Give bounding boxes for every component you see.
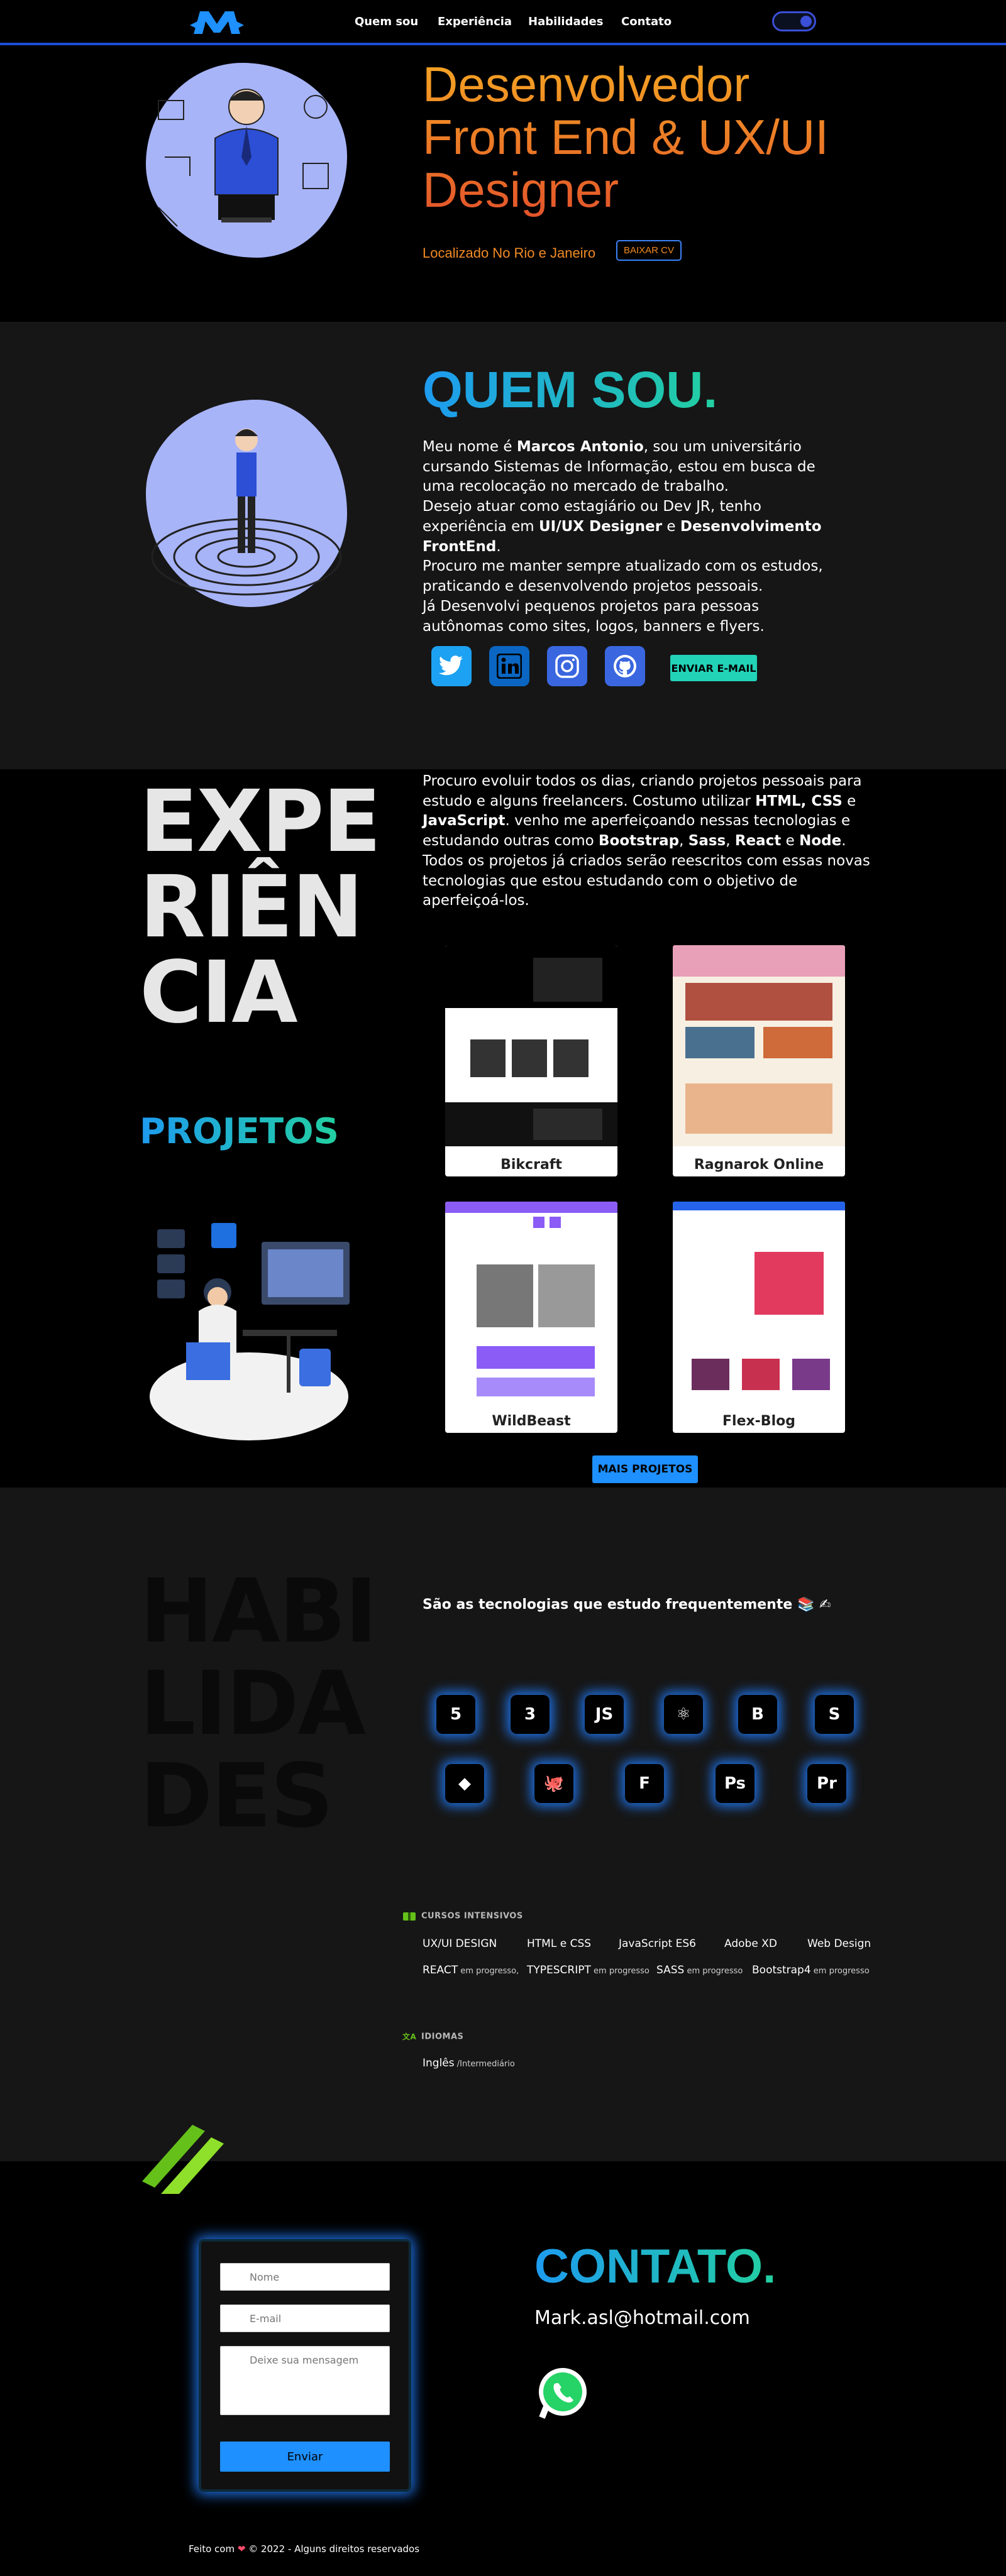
location-text: Localizado No Rio e Janeiro	[423, 245, 596, 261]
about-illustration	[146, 400, 347, 607]
project-card-bikcraft[interactable]: Bikcraft	[445, 945, 617, 1176]
theme-toggle[interactable]	[772, 11, 816, 31]
svg-text:文A: 文A	[402, 2032, 416, 2041]
wildbeast-screenshot	[445, 1202, 617, 1403]
course-progress-item: REACT em progresso,	[423, 1964, 519, 1976]
book-icon	[403, 1912, 416, 1921]
course-item: HTML e CSS	[527, 1937, 592, 1950]
languages-heading: 文A IDIOMAS	[402, 2032, 464, 2042]
contact-email[interactable]: Mark.asl@hotmail.com	[534, 2307, 750, 2329]
course-progress-item: Bootstrap4 em progresso	[752, 1964, 870, 1976]
contact-form: Enviar	[199, 2239, 411, 2492]
html5-icon[interactable]: 5	[436, 1695, 475, 1734]
footer-text: Feito com ❤ © 2022 - Alguns direitos res…	[189, 2543, 420, 2555]
download-cv-button[interactable]: BAIXAR CV	[616, 240, 682, 261]
instagram-icon[interactable]	[547, 646, 587, 686]
css3-icon[interactable]: 3	[511, 1695, 550, 1734]
project-title: Ragnarok Online	[694, 1157, 824, 1173]
git-icon[interactable]: ◆	[445, 1764, 484, 1803]
projects-title: PROJETOS	[140, 1111, 339, 1152]
bikcraft-screenshot	[445, 945, 617, 1146]
project-card-flex-blog[interactable]: Flex-Blog	[673, 1202, 845, 1433]
hero-illustration	[146, 63, 347, 258]
heart-icon: ❤	[237, 2543, 246, 2555]
courses-heading: CURSOS INTENSIVOS	[402, 1911, 523, 1921]
hero-title: Desenvolvedor Front End & UX/UI Designer	[423, 58, 863, 217]
language-item: Inglês /Intermediário	[423, 2057, 515, 2069]
contact-section: Enviar CONTATO. Mark.asl@hotmail.com Fei…	[0, 2125, 1006, 2576]
nav-link-quem-sou[interactable]: Quem sou	[355, 15, 418, 28]
linkedin-icon[interactable]	[489, 646, 529, 686]
project-title: WildBeast	[492, 1413, 571, 1429]
figma-icon[interactable]: F	[625, 1764, 664, 1803]
translate-icon: 文A	[402, 2032, 416, 2041]
bio-name: Marcos Antonio	[516, 439, 644, 455]
bootstrap-icon[interactable]: B	[738, 1695, 777, 1734]
hero-section: Desenvolvedor Front End & UX/UI Designer…	[0, 48, 1006, 322]
github-icon[interactable]: 🐙	[534, 1764, 573, 1803]
course-item: Web Design	[807, 1937, 871, 1950]
whatsapp-icon[interactable]	[534, 2365, 591, 2421]
bio-paragraph-4: Já Desenvolvi pequenos projetos para pes…	[423, 598, 765, 635]
about-section: QUEM SOU. Meu nome é Marcos Antonio, sou…	[0, 322, 1006, 769]
github-icon[interactable]	[605, 646, 645, 686]
send-button[interactable]: Enviar	[220, 2442, 390, 2472]
project-title: Flex-Blog	[722, 1413, 795, 1429]
logo-m-icon[interactable]	[189, 6, 245, 38]
message-textarea[interactable]	[220, 2346, 390, 2415]
navbar: Quem sou Experiência Habilidades Contato	[0, 0, 1006, 45]
project-card-wildbeast[interactable]: WildBeast	[445, 1202, 617, 1433]
flex-blog-screenshot	[673, 1202, 845, 1403]
javascript-icon[interactable]: JS	[585, 1695, 624, 1734]
course-item: UX/UI DESIGN	[423, 1937, 497, 1950]
premiere-icon[interactable]: Pr	[807, 1764, 846, 1803]
email-input[interactable]	[220, 2305, 390, 2332]
toggle-knob	[800, 16, 812, 27]
developer-illustration	[150, 1223, 350, 1440]
course-item: JavaScript ES6	[619, 1937, 696, 1950]
project-title: Bikcraft	[500, 1157, 562, 1173]
course-item: Adobe XD	[724, 1937, 777, 1950]
skills-lead: São as tecnologias que estudo frequentem…	[423, 1597, 831, 1613]
experience-section: EXPE RIÊN CIA Procuro evoluir todos os dia…	[0, 769, 1006, 1488]
twitter-icon[interactable]	[431, 646, 472, 686]
bio-paragraph-1: Meu nome é Marcos Antonio, sou um univer…	[423, 439, 815, 495]
sass-icon[interactable]: S	[815, 1695, 854, 1734]
project-card-ragnarok[interactable]: Ragnarok Online	[673, 945, 845, 1176]
course-progress-item: TYPESCRIPT em progresso	[527, 1964, 649, 1976]
nav-link-habilidades[interactable]: Habilidades	[528, 15, 603, 28]
ragnarok-screenshot	[673, 945, 845, 1146]
bio-paragraph-3: Procuro me manter sempre atualizado com …	[423, 558, 823, 595]
photoshop-icon[interactable]: Ps	[716, 1764, 754, 1803]
course-progress-item: SASS em progresso	[656, 1964, 743, 1976]
about-title: QUEM SOU.	[423, 361, 718, 419]
nav-link-contato[interactable]: Contato	[621, 15, 672, 28]
name-input[interactable]	[220, 2263, 390, 2291]
react-icon[interactable]: ⚛	[664, 1695, 703, 1734]
about-bio: Meu nome é Marcos Antonio, sou um univer…	[423, 437, 837, 637]
send-email-button[interactable]: ENVIAR E-MAIL	[670, 655, 757, 681]
experience-text: Procuro evoluir todos os dias, criando p…	[423, 773, 870, 909]
contact-title: CONTATO.	[534, 2240, 777, 2293]
experience-title: EXPE RIÊN CIA	[140, 772, 381, 1043]
decor-stripes	[142, 2125, 224, 2194]
nav-link-experiencia[interactable]: Experiência	[438, 15, 512, 28]
skills-title: HABI LIDA DES	[140, 1560, 377, 1848]
skills-section: HABI LIDA DES São as tecnologias que estud…	[0, 1488, 1006, 2161]
more-projects-button[interactable]: MAIS PROJETOS	[592, 1455, 698, 1483]
bio-paragraph-2: Desejo atuar como estagiário ou Dev JR, …	[423, 498, 822, 555]
